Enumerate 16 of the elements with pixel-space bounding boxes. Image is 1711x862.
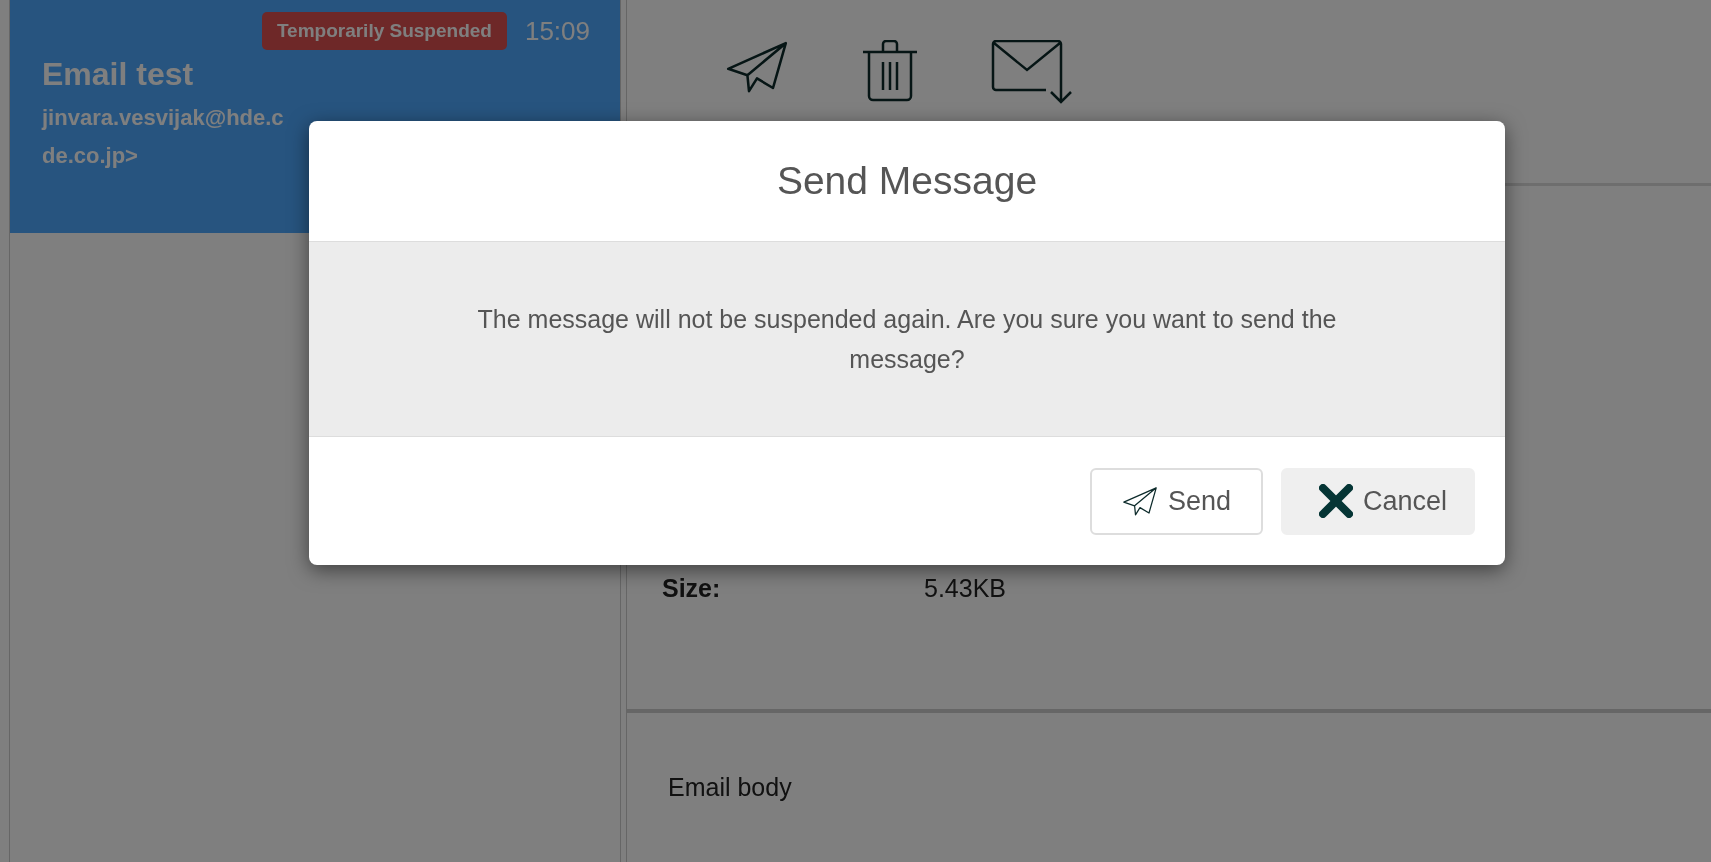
- close-icon: [1318, 484, 1353, 518]
- send-button[interactable]: Send: [1089, 467, 1263, 535]
- message-sender: de.co.jp>: [42, 143, 138, 168]
- paper-plane-icon: [1121, 485, 1158, 517]
- dialog-title: Send Message: [776, 159, 1038, 203]
- detail-label: Size:: [662, 574, 722, 603]
- email-body: Email body: [668, 773, 793, 802]
- dialog-message: The message will not be suspended again. Are you sure you want to send the message?: [476, 304, 1338, 375]
- message-sender: jinvara.vesvijak@hde.c: [42, 105, 284, 130]
- message-time: 15:09: [524, 15, 590, 47]
- detail-value: 5.43KB: [924, 574, 1006, 603]
- trash-icon: [861, 40, 919, 102]
- status-badge: Temporarily Suspended: [261, 12, 507, 50]
- paper-plane-icon: [725, 40, 789, 95]
- cancel-button[interactable]: Cancel: [1280, 467, 1475, 535]
- message-subject: Email test: [42, 56, 195, 93]
